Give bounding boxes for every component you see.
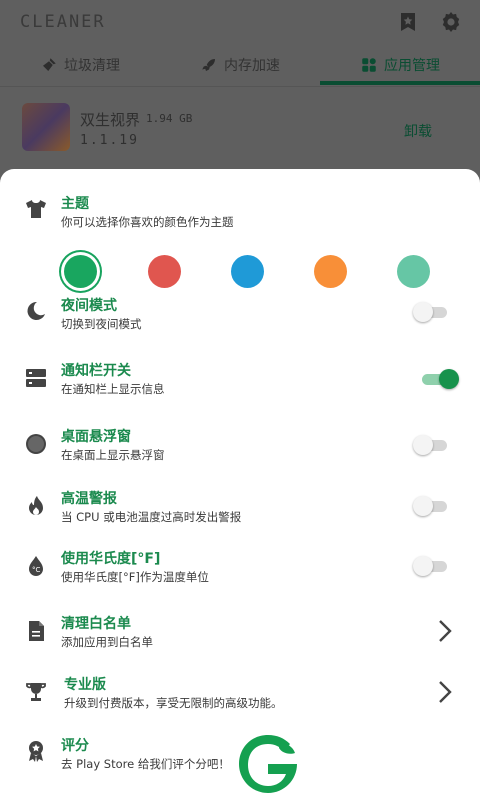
trophy-icon — [26, 683, 46, 701]
setting-floating-window[interactable]: 桌面悬浮窗 在桌面上显示悬浮窗 — [0, 426, 480, 482]
high-temp-alert-switch[interactable] — [413, 495, 449, 517]
setting-title: 通知栏开关 — [61, 363, 131, 379]
tab-bar: 垃圾清理 内存加速 应用管理 — [0, 44, 480, 86]
setting-subtitle: 添加应用到白名单 — [61, 635, 153, 649]
theme-color-swatch[interactable] — [148, 255, 181, 288]
thermometer-drop-icon: °C — [29, 556, 43, 576]
theme-color-swatch[interactable] — [397, 255, 430, 288]
award-badge-icon — [29, 741, 43, 762]
setting-subtitle: 升级到付费版本，享受无限制的高级功能。 — [64, 696, 283, 710]
apps-grid-icon — [362, 58, 376, 72]
app-name: 双生视界 — [80, 111, 141, 129]
fahrenheit-switch[interactable] — [413, 555, 449, 577]
setting-subtitle: 在通知栏上显示信息 — [61, 382, 165, 396]
notification-bar-icon — [26, 369, 46, 387]
app-version: 1.1.19 — [80, 133, 139, 148]
tshirt-icon — [26, 200, 46, 218]
theme-subtitle: 你可以选择你喜欢的颜色作为主题 — [61, 215, 234, 229]
app-size: 1.94 GB — [146, 112, 193, 125]
floating-window-switch[interactable] — [413, 434, 449, 456]
setting-title: 高温警报 — [61, 491, 117, 507]
setting-night-mode[interactable]: z z 夜间模式 切换到夜间模式 — [0, 295, 480, 351]
setting-title: 夜间模式 — [61, 298, 117, 314]
setting-high-temp-alert[interactable]: 高温警报 当 CPU 或电池温度过高时发出警报 — [0, 488, 480, 544]
setting-title: 清理白名单 — [61, 616, 131, 632]
theme-color-swatch[interactable] — [231, 255, 264, 288]
bookmark-star-icon[interactable] — [396, 10, 420, 34]
setting-title: 评分 — [61, 738, 89, 754]
chevron-right-icon — [439, 681, 452, 703]
tab-label: 应用管理 — [384, 58, 440, 74]
setting-title: 使用华氏度[°F] — [61, 551, 161, 567]
setting-subtitle: 切换到夜间模式 — [61, 317, 142, 331]
tab-app-manager[interactable]: 应用管理 — [320, 44, 480, 86]
settings-sheet: 主题 你可以选择你喜欢的颜色作为主题 z z 夜间模式 切换到夜间模式 通知栏开… — [0, 169, 480, 800]
tab-junk-clean[interactable]: 垃圾清理 — [0, 44, 160, 86]
night-mode-icon: z z — [27, 301, 45, 320]
tab-label: 垃圾清理 — [64, 58, 120, 74]
svg-text:z: z — [40, 304, 43, 310]
setting-clean-whitelist[interactable]: 清理白名单 添加应用到白名单 — [0, 613, 480, 669]
tab-memory-boost[interactable]: 内存加速 — [160, 44, 320, 86]
setting-subtitle: 当 CPU 或电池温度过高时发出警报 — [61, 510, 242, 524]
tab-indicator — [320, 81, 480, 85]
brand-logo-icon — [239, 735, 297, 793]
notification-bar-switch[interactable] — [420, 368, 459, 390]
svg-text:°C: °C — [32, 566, 41, 574]
floating-window-icon — [26, 434, 46, 454]
setting-subtitle: 在桌面上显示悬浮窗 — [61, 448, 165, 462]
theme-title: 主题 — [61, 196, 89, 212]
theme-color-swatch[interactable] — [314, 255, 347, 288]
broom-icon — [43, 58, 56, 71]
setting-subtitle: 使用华氏度[°F]作为温度单位 — [61, 570, 209, 584]
document-icon — [29, 621, 44, 641]
chevron-right-icon — [439, 620, 452, 642]
uninstall-button[interactable]: 卸载 — [404, 121, 432, 141]
setting-title: 桌面悬浮窗 — [61, 429, 131, 445]
theme-setting: 主题 你可以选择你喜欢的颜色作为主题 — [0, 191, 480, 301]
theme-color-swatch[interactable] — [64, 255, 97, 288]
night-mode-switch[interactable] — [413, 301, 449, 323]
flame-icon — [29, 496, 43, 515]
setting-fahrenheit[interactable]: °C 使用华氏度[°F] 使用华氏度[°F]作为温度单位 — [0, 548, 480, 604]
app-icon — [22, 103, 70, 151]
setting-subtitle: 去 Play Store 给我们评个分吧！ — [61, 757, 230, 771]
gear-icon[interactable] — [439, 10, 463, 34]
rocket-icon — [202, 59, 215, 71]
app-list-item[interactable]: 双生视界 1.94 GB 1.1.19 卸载 — [0, 86, 480, 170]
setting-title: 专业版 — [64, 677, 106, 693]
app-bar: CLEANER — [0, 0, 480, 44]
tab-label: 内存加速 — [224, 58, 280, 74]
setting-pro-version[interactable]: 专业版 升级到付费版本，享受无限制的高级功能。 — [0, 674, 480, 730]
app-title: CLEANER — [20, 12, 106, 32]
setting-notification-bar[interactable]: 通知栏开关 在通知栏上显示信息 — [0, 360, 480, 416]
